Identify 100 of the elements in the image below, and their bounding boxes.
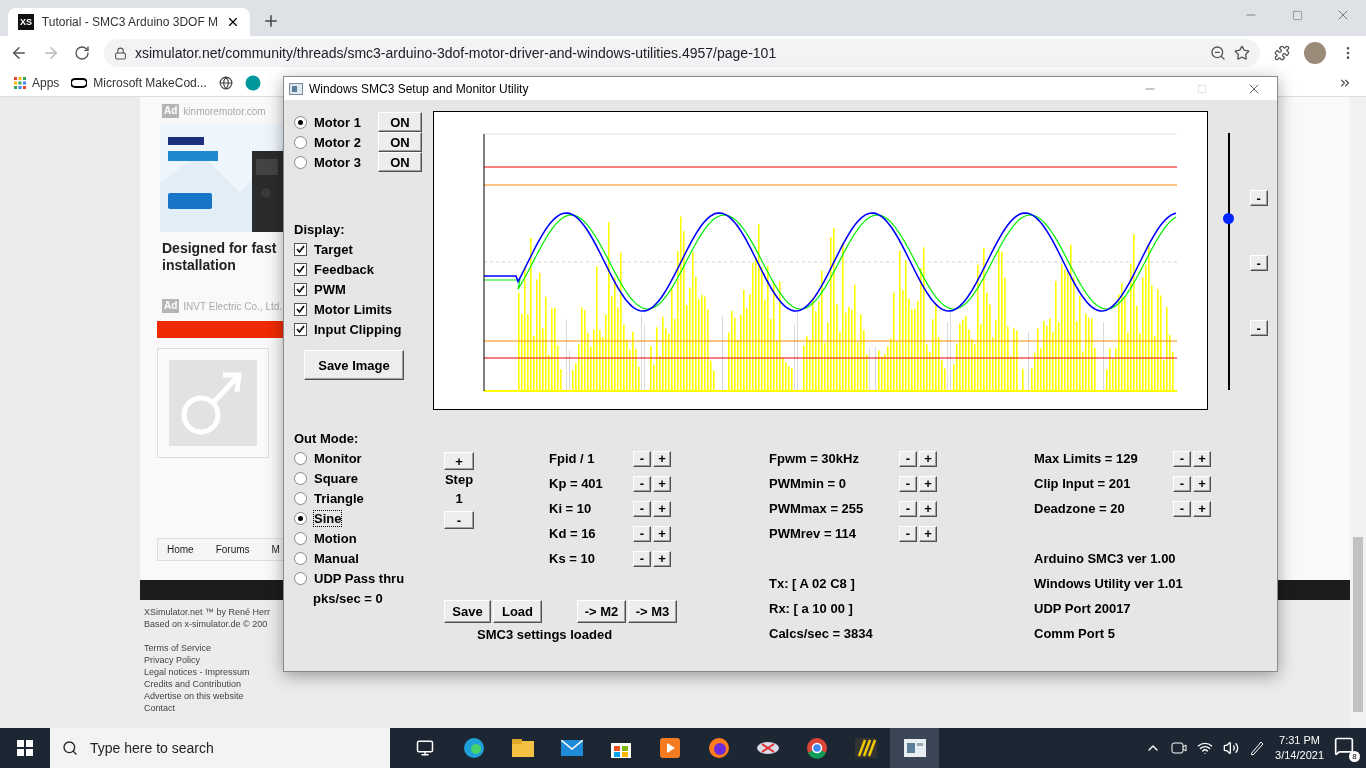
back-icon[interactable] <box>10 44 28 62</box>
browser-tab[interactable]: XS Tutorial - SMC3 Arduino 3DOF M <box>8 8 250 36</box>
pen-icon[interactable] <box>1249 740 1266 756</box>
decrease-button[interactable]: - <box>1173 475 1191 492</box>
radio-button[interactable] <box>294 115 307 129</box>
decrease-button[interactable]: - <box>1173 450 1191 467</box>
clock[interactable]: 7:31 PM 3/14/2021 <box>1275 733 1324 763</box>
camera-icon[interactable] <box>1171 740 1188 756</box>
decrease-button[interactable]: - <box>633 450 651 467</box>
step-increase-button[interactable]: + <box>444 452 474 470</box>
new-tab-icon[interactable] <box>262 12 280 30</box>
save-button[interactable]: Save <box>444 600 491 623</box>
save-image-button[interactable]: Save Image <box>304 350 404 380</box>
breadcrumb-link[interactable]: Forums <box>215 544 250 555</box>
increase-button[interactable]: + <box>1193 450 1211 467</box>
decrease-button[interactable]: - <box>633 525 651 542</box>
radio-button[interactable] <box>294 491 307 505</box>
bookmark-link[interactable]: Microsoft MakeCod... <box>71 76 207 90</box>
footer-link[interactable]: Credits and Contribution <box>144 678 242 690</box>
decrease-button[interactable]: - <box>1173 500 1191 517</box>
decrease-button[interactable]: - <box>899 475 917 492</box>
radio-button[interactable] <box>294 511 307 525</box>
increase-button[interactable]: + <box>653 525 671 542</box>
packet-rate: pks/sec = 0 <box>313 590 383 606</box>
globe-icon[interactable] <box>218 76 233 90</box>
increase-button[interactable]: + <box>919 525 937 542</box>
footer-link[interactable]: Legal notices - Impressum <box>144 666 250 678</box>
parameter-label: Deadzone = 20 <box>1034 501 1126 516</box>
load-button[interactable]: Load <box>493 600 542 623</box>
decrease-button[interactable]: - <box>633 550 651 567</box>
motor-on-button[interactable]: ON <box>378 152 422 172</box>
copy-settings-button[interactable]: -> M2 <box>577 600 626 623</box>
decrease-button[interactable]: - <box>899 500 917 517</box>
decrease-button[interactable]: - <box>1249 320 1268 336</box>
increase-button[interactable]: + <box>653 500 671 517</box>
checkbox[interactable] <box>294 242 307 256</box>
close-icon[interactable] <box>226 15 240 29</box>
zoom-icon[interactable] <box>1210 45 1226 61</box>
more-bookmarks-icon[interactable] <box>1338 76 1352 90</box>
bookmark-link[interactable]: Apps <box>14 76 60 90</box>
motor-on-button[interactable]: ON <box>378 132 422 152</box>
radio-button[interactable] <box>294 551 307 565</box>
increase-button[interactable]: + <box>653 550 671 567</box>
footer-link[interactable]: Advertise on this website <box>144 690 244 702</box>
radio-button[interactable] <box>294 135 307 149</box>
motor-on-button[interactable]: ON <box>378 112 422 132</box>
profile-avatar[interactable] <box>1304 42 1326 64</box>
network-icon[interactable] <box>1197 740 1214 756</box>
radio-button[interactable] <box>294 571 307 585</box>
increase-button[interactable]: + <box>1193 475 1211 492</box>
checkbox[interactable] <box>294 322 307 336</box>
increase-button[interactable]: + <box>919 450 937 467</box>
footer-link[interactable]: Terms of Service <box>144 642 212 654</box>
increase-button[interactable]: + <box>919 475 937 492</box>
decrease-button[interactable]: - <box>899 450 917 467</box>
footer-link[interactable]: Privacy Policy <box>144 654 200 666</box>
increase-button[interactable]: + <box>1193 500 1211 517</box>
checkbox[interactable] <box>294 282 307 296</box>
parameter-label: Max Limits = 129 <box>1034 451 1139 466</box>
address-bar[interactable]: xsimulator.net/community/threads/smc3-arduino-3dof-motor-driver-and-windows-utilities.4957/page-101 <box>104 39 1260 67</box>
breadcrumb-link[interactable]: Home <box>167 544 194 555</box>
round-logo-icon <box>805 737 828 759</box>
reload-icon[interactable] <box>74 45 90 61</box>
status-text: SMC3 settings loaded <box>477 627 613 642</box>
bookmark-star-icon[interactable] <box>1234 45 1250 61</box>
info-text: Windows Utility ver 1.01 <box>1034 576 1183 591</box>
parameter-label: Ki = 10 <box>549 501 593 516</box>
breadcrumb-link[interactable]: M <box>271 544 280 555</box>
mode-label: Triangle <box>314 490 364 506</box>
parameter-label: Kd = 16 <box>549 526 597 541</box>
volume-icon[interactable] <box>1223 740 1240 756</box>
step-decrease-button[interactable]: - <box>444 511 474 529</box>
taskbar-search-field[interactable]: Type here to search <box>50 728 390 768</box>
increase-button[interactable]: + <box>653 450 671 467</box>
decrease-button[interactable]: - <box>633 475 651 492</box>
copy-settings-button[interactable]: -> M3 <box>628 600 677 623</box>
window-app-icon <box>903 739 926 757</box>
radio-button[interactable] <box>294 451 307 465</box>
decrease-button[interactable]: - <box>1249 190 1268 206</box>
bookmark-icon[interactable] <box>244 75 261 91</box>
parameter-label: PWMmin = 0 <box>769 476 847 491</box>
radio-button[interactable] <box>294 155 307 169</box>
mode-label: Motion <box>314 530 357 546</box>
option-label: Feedback <box>314 261 374 277</box>
checkbox[interactable] <box>294 302 307 316</box>
radio-button[interactable] <box>294 531 307 545</box>
increase-button[interactable]: + <box>919 500 937 517</box>
extensions-icon[interactable] <box>1274 45 1290 61</box>
checkbox[interactable] <box>294 262 307 276</box>
scrollbar[interactable] <box>1350 97 1366 728</box>
radio-button[interactable] <box>294 471 307 485</box>
decrease-button[interactable]: - <box>633 500 651 517</box>
decrease-button[interactable]: - <box>1249 255 1268 271</box>
mode-label: Square <box>314 470 359 486</box>
info-text: Arduino SMC3 ver 1.00 <box>1034 551 1176 566</box>
increase-button[interactable]: + <box>653 475 671 492</box>
task-view-icon[interactable] <box>415 739 434 757</box>
footer-link[interactable]: Contact <box>144 702 176 714</box>
slider-thumb[interactable] <box>1222 212 1234 224</box>
decrease-button[interactable]: - <box>899 525 917 542</box>
